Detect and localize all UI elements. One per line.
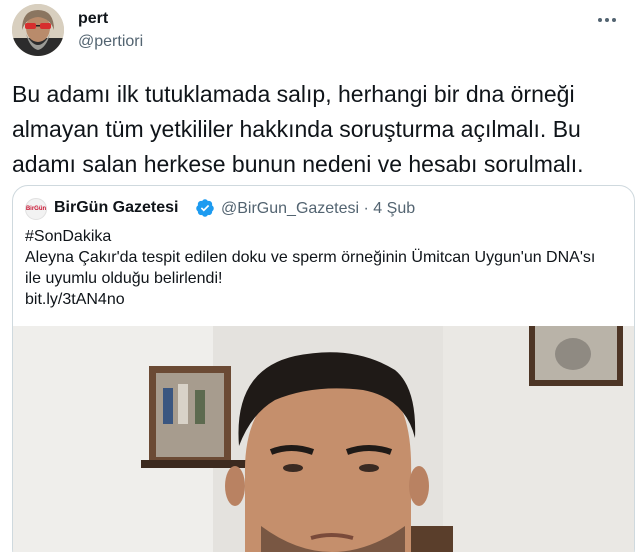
quoted-avatar-logo: BirGün: [25, 206, 47, 212]
verified-badge-icon: [196, 199, 214, 217]
author-handle[interactable]: @pertiori: [78, 33, 143, 51]
quoted-tweet[interactable]: BirGün BirGün Gazetesi @BirGun_Gazetesi …: [12, 185, 635, 552]
quoted-handle-date[interactable]: @BirGun_Gazetesi · 4 Şub: [221, 200, 415, 218]
quoted-avatar[interactable]: BirGün: [25, 198, 47, 220]
quoted-author-name[interactable]: BirGün Gazetesi: [54, 199, 178, 217]
tweet: pert @pertiori Bu adamı ilk tutuklamada …: [0, 0, 635, 552]
tweet-text: Bu adamı ilk tutuklamada salıp, herhangi…: [12, 81, 584, 177]
quoted-tweet-photo[interactable]: [13, 326, 634, 552]
quoted-tweet-text: #SonDakika Aleyna Çakır'da tespit edilen…: [25, 228, 596, 308]
author-avatar[interactable]: [12, 4, 64, 56]
more-options-icon[interactable]: [592, 8, 622, 32]
author-name[interactable]: pert: [78, 10, 108, 28]
